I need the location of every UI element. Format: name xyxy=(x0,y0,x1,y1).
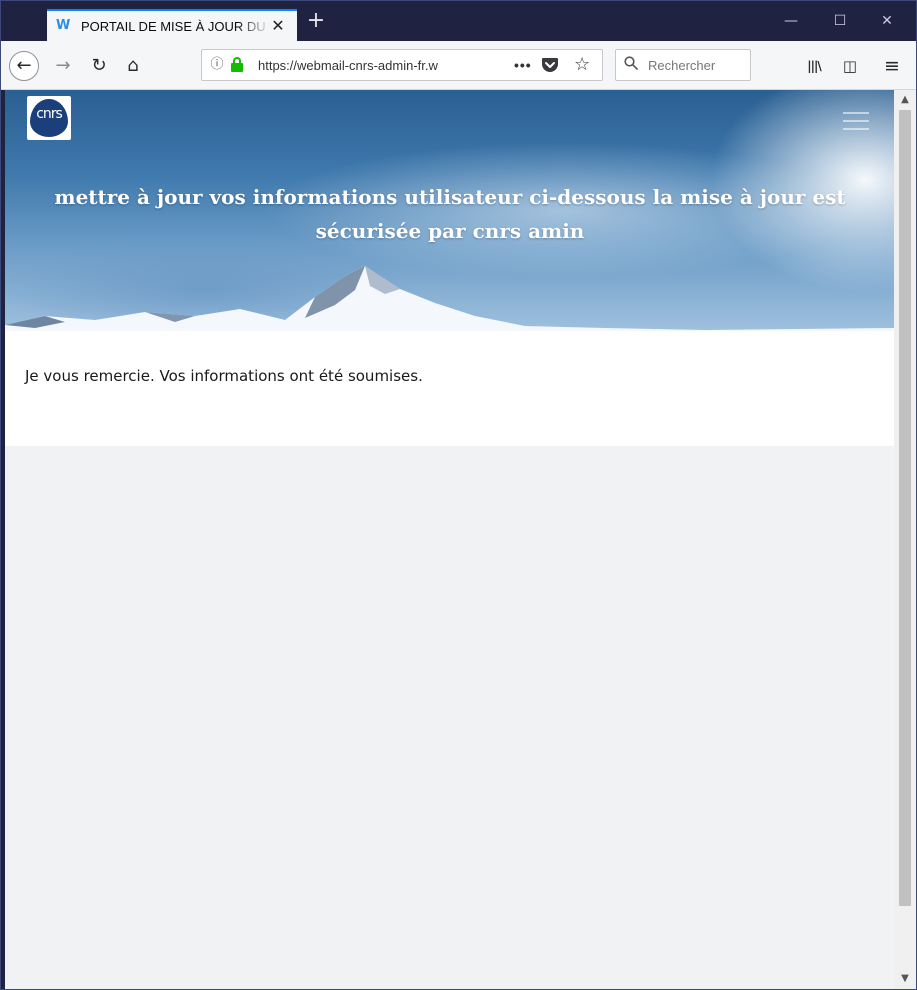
url-fade xyxy=(452,54,492,76)
navigation-toolbar: ← → ↻ ⌂ ⓘ https://webmail-cnrs-admin-fr.… xyxy=(1,41,916,90)
scrollbar-thumb[interactable] xyxy=(899,110,911,906)
menu-icon[interactable]: ≡ xyxy=(881,55,903,77)
title-bar: W PORTAIL DE MISE À JOUR DU W ✕ + — ☐ ✕ xyxy=(1,1,916,41)
bookmark-star-icon[interactable]: ☆ xyxy=(574,55,590,75)
address-bar[interactable]: ⓘ https://webmail-cnrs-admin-fr.w ••• ☆ xyxy=(201,49,603,81)
reload-button[interactable]: ↻ xyxy=(85,52,113,80)
cnrs-logo[interactable]: cnrs xyxy=(27,96,71,140)
menu-bar-bottom xyxy=(843,128,869,130)
vertical-scrollbar[interactable]: ▲ ▼ xyxy=(894,90,916,989)
library-icon[interactable]: |||\ xyxy=(803,55,825,77)
menu-bar-top xyxy=(843,112,869,114)
site-favicon-icon: W xyxy=(56,18,71,33)
close-window-button[interactable]: ✕ xyxy=(879,13,895,29)
menu-bar-middle xyxy=(843,120,869,122)
search-box[interactable]: Rechercher xyxy=(615,49,751,81)
confirmation-message: Je vous remercie. Vos informations ont é… xyxy=(25,367,423,385)
forward-button[interactable]: → xyxy=(49,52,77,80)
new-tab-button[interactable]: + xyxy=(305,10,327,33)
scroll-down-arrow-icon[interactable]: ▼ xyxy=(894,971,916,987)
secure-lock-icon[interactable] xyxy=(231,57,245,73)
browser-tab[interactable]: W PORTAIL DE MISE À JOUR DU W ✕ xyxy=(47,9,297,41)
search-icon xyxy=(624,56,638,74)
back-button[interactable]: ← xyxy=(9,51,39,81)
page-heading: mettre à jour vos informations utilisate… xyxy=(54,185,846,243)
minimize-button[interactable]: — xyxy=(783,13,799,29)
sidebar-icon[interactable]: ◫ xyxy=(839,55,861,77)
site-info-icon[interactable]: ⓘ xyxy=(209,57,225,73)
tab-title-fade xyxy=(237,13,271,39)
browser-window: W PORTAIL DE MISE À JOUR DU W ✕ + — ☐ ✕ … xyxy=(0,0,917,990)
pocket-icon[interactable] xyxy=(541,57,559,73)
hero-banner: cnrs mettre à jour vos informations util… xyxy=(5,90,894,331)
tab-close-icon[interactable]: ✕ xyxy=(269,17,287,35)
lock-body xyxy=(231,63,243,72)
hamburger-menu-icon[interactable] xyxy=(843,112,869,130)
home-button[interactable]: ⌂ xyxy=(119,52,147,80)
confirmation-panel: Je vous remercie. Vos informations ont é… xyxy=(5,331,894,446)
page-actions-icon[interactable]: ••• xyxy=(514,55,532,75)
scroll-up-arrow-icon[interactable]: ▲ xyxy=(894,92,916,108)
search-placeholder: Rechercher xyxy=(648,58,716,73)
cnrs-logo-mark: cnrs xyxy=(30,99,68,137)
page-viewport: cnrs mettre à jour vos informations util… xyxy=(5,90,894,989)
maximize-button[interactable]: ☐ xyxy=(832,13,848,29)
cnrs-logo-text: cnrs xyxy=(36,106,63,122)
